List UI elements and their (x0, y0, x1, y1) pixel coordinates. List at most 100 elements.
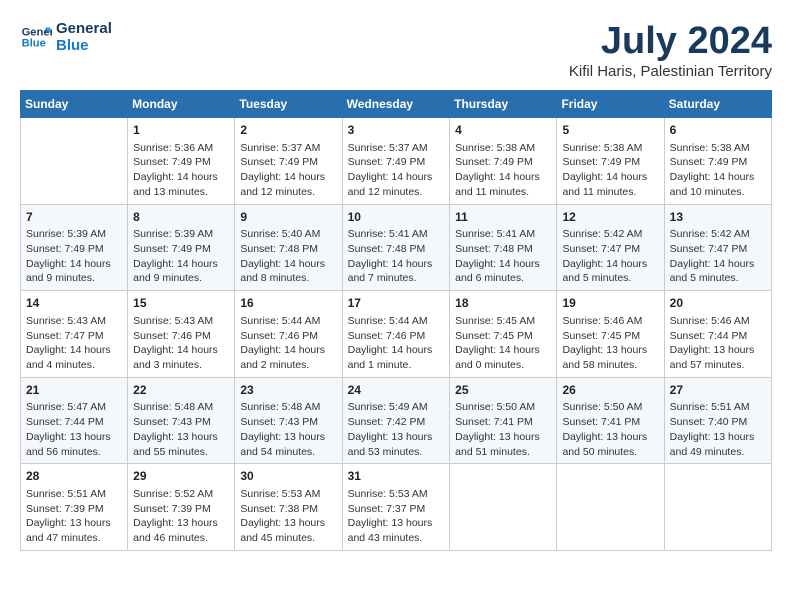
logo-general: General (56, 20, 112, 37)
calendar-cell: 29Sunrise: 5:52 AMSunset: 7:39 PMDayligh… (128, 464, 235, 551)
day-info: and 47 minutes. (26, 531, 122, 546)
day-number: 21 (26, 382, 122, 399)
day-info: Sunset: 7:39 PM (26, 502, 122, 517)
day-number: 6 (670, 122, 766, 139)
header-row: SundayMondayTuesdayWednesdayThursdayFrid… (21, 91, 772, 118)
day-info: Sunset: 7:45 PM (455, 329, 551, 344)
day-info: Sunrise: 5:50 AM (562, 400, 658, 415)
day-info: Sunrise: 5:49 AM (348, 400, 445, 415)
day-info: Sunset: 7:49 PM (455, 155, 551, 170)
calendar-cell (664, 464, 771, 551)
day-info: Daylight: 13 hours (133, 430, 229, 445)
day-info: and 5 minutes. (670, 271, 766, 286)
week-row-5: 28Sunrise: 5:51 AMSunset: 7:39 PMDayligh… (21, 464, 772, 551)
day-info: Daylight: 14 hours (240, 170, 336, 185)
day-info: and 12 minutes. (348, 185, 445, 200)
day-info: Daylight: 14 hours (348, 343, 445, 358)
calendar-cell: 19Sunrise: 5:46 AMSunset: 7:45 PMDayligh… (557, 291, 664, 378)
calendar-cell: 7Sunrise: 5:39 AMSunset: 7:49 PMDaylight… (21, 204, 128, 291)
calendar-cell: 18Sunrise: 5:45 AMSunset: 7:45 PMDayligh… (450, 291, 557, 378)
day-info: Sunrise: 5:41 AM (348, 227, 445, 242)
day-info: and 56 minutes. (26, 445, 122, 460)
day-info: Sunset: 7:49 PM (562, 155, 658, 170)
calendar-cell: 3Sunrise: 5:37 AMSunset: 7:49 PMDaylight… (342, 118, 450, 205)
day-info: Sunset: 7:47 PM (670, 242, 766, 257)
day-info: Daylight: 14 hours (240, 343, 336, 358)
day-info: Sunrise: 5:39 AM (133, 227, 229, 242)
calendar-cell: 15Sunrise: 5:43 AMSunset: 7:46 PMDayligh… (128, 291, 235, 378)
day-info: and 43 minutes. (348, 531, 445, 546)
logo-blue: Blue (56, 37, 112, 54)
day-number: 20 (670, 295, 766, 312)
day-number: 25 (455, 382, 551, 399)
day-info: Sunset: 7:48 PM (455, 242, 551, 257)
day-info: and 0 minutes. (455, 358, 551, 373)
calendar-cell: 14Sunrise: 5:43 AMSunset: 7:47 PMDayligh… (21, 291, 128, 378)
calendar-cell: 8Sunrise: 5:39 AMSunset: 7:49 PMDaylight… (128, 204, 235, 291)
day-info: Sunset: 7:40 PM (670, 415, 766, 430)
day-info: Sunrise: 5:50 AM (455, 400, 551, 415)
day-info: and 4 minutes. (26, 358, 122, 373)
calendar-cell: 27Sunrise: 5:51 AMSunset: 7:40 PMDayligh… (664, 377, 771, 464)
calendar-cell (450, 464, 557, 551)
location-title: Kifil Haris, Palestinian Territory (569, 63, 772, 80)
day-info: and 46 minutes. (133, 531, 229, 546)
day-info: Daylight: 14 hours (670, 170, 766, 185)
calendar-cell: 20Sunrise: 5:46 AMSunset: 7:44 PMDayligh… (664, 291, 771, 378)
calendar-cell: 21Sunrise: 5:47 AMSunset: 7:44 PMDayligh… (21, 377, 128, 464)
day-info: Sunset: 7:44 PM (670, 329, 766, 344)
day-number: 8 (133, 209, 229, 226)
day-info: Sunset: 7:46 PM (348, 329, 445, 344)
header-day-tuesday: Tuesday (235, 91, 342, 118)
day-number: 10 (348, 209, 445, 226)
day-info: Sunset: 7:44 PM (26, 415, 122, 430)
header-day-wednesday: Wednesday (342, 91, 450, 118)
calendar-cell: 28Sunrise: 5:51 AMSunset: 7:39 PMDayligh… (21, 464, 128, 551)
day-info: Daylight: 14 hours (562, 170, 658, 185)
calendar-cell: 17 Sunrise: 5:44 AMSunset: 7:46 PMDayligh… (342, 291, 450, 378)
day-number: 30 (240, 468, 336, 485)
day-info: Sunrise: 5:51 AM (670, 400, 766, 415)
day-info: and 12 minutes. (240, 185, 336, 200)
calendar-cell: 9Sunrise: 5:40 AMSunset: 7:48 PMDaylight… (235, 204, 342, 291)
day-number: 17 (348, 295, 445, 312)
calendar-cell: 22Sunrise: 5:48 AMSunset: 7:43 PMDayligh… (128, 377, 235, 464)
day-info: Daylight: 14 hours (455, 257, 551, 272)
day-info: Sunrise: 5:38 AM (562, 141, 658, 156)
day-info: Sunset: 7:49 PM (348, 155, 445, 170)
header: General Blue General Blue July 2024 Kifi… (20, 20, 772, 80)
day-info: Sunrise: 5:44 AM (348, 314, 445, 329)
calendar-cell: 11Sunrise: 5:41 AMSunset: 7:48 PMDayligh… (450, 204, 557, 291)
day-info: and 49 minutes. (670, 445, 766, 460)
day-info: Daylight: 13 hours (562, 430, 658, 445)
day-info: Sunrise: 5:36 AM (133, 141, 229, 156)
day-info: Sunset: 7:43 PM (240, 415, 336, 430)
day-info: and 10 minutes. (670, 185, 766, 200)
week-row-2: 7Sunrise: 5:39 AMSunset: 7:49 PMDaylight… (21, 204, 772, 291)
day-info: and 13 minutes. (133, 185, 229, 200)
calendar-cell (557, 464, 664, 551)
day-info: Sunrise: 5:37 AM (348, 141, 445, 156)
day-info: Sunrise: 5:41 AM (455, 227, 551, 242)
calendar-cell: 12Sunrise: 5:42 AMSunset: 7:47 PMDayligh… (557, 204, 664, 291)
week-row-1: 1Sunrise: 5:36 AMSunset: 7:49 PMDaylight… (21, 118, 772, 205)
day-info: and 58 minutes. (562, 358, 658, 373)
calendar-table: SundayMondayTuesdayWednesdayThursdayFrid… (20, 90, 772, 551)
day-info: Sunset: 7:49 PM (133, 242, 229, 257)
day-info: and 6 minutes. (455, 271, 551, 286)
day-number: 23 (240, 382, 336, 399)
day-info: Daylight: 13 hours (348, 430, 445, 445)
day-number: 22 (133, 382, 229, 399)
day-info: Daylight: 14 hours (133, 257, 229, 272)
day-info: Daylight: 14 hours (133, 170, 229, 185)
day-info: Sunset: 7:45 PM (562, 329, 658, 344)
day-info: Sunset: 7:46 PM (133, 329, 229, 344)
day-info: and 45 minutes. (240, 531, 336, 546)
day-number: 18 (455, 295, 551, 312)
day-info: Daylight: 14 hours (26, 257, 122, 272)
day-info: Daylight: 13 hours (348, 516, 445, 531)
day-info: Daylight: 14 hours (455, 170, 551, 185)
day-info: Daylight: 13 hours (26, 516, 122, 531)
day-info: Sunrise: 5:48 AM (133, 400, 229, 415)
calendar-cell: 30Sunrise: 5:53 AMSunset: 7:38 PMDayligh… (235, 464, 342, 551)
